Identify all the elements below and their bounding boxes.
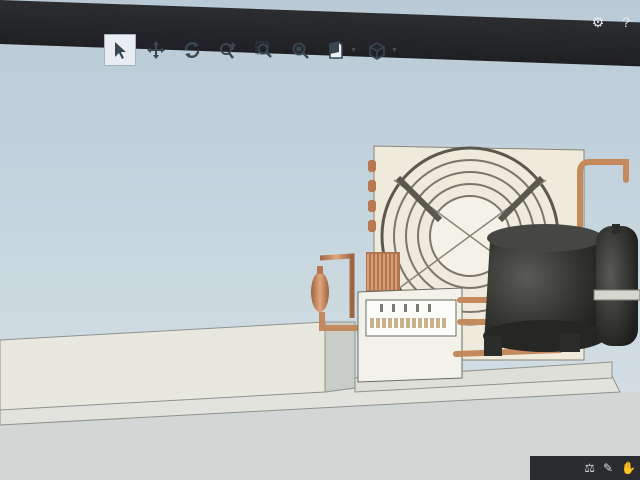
view-toolbar: ▼ ▼: [104, 34, 398, 66]
view-cube-button[interactable]: [361, 34, 393, 66]
model-canvas[interactable]: [0, 0, 640, 480]
help-icon[interactable]: ?: [618, 14, 634, 30]
zoom-area-tool-button[interactable]: [248, 34, 280, 66]
pan-tool-button[interactable]: [140, 34, 172, 66]
zoom-updown-icon: [220, 42, 236, 59]
copper-coil: [366, 252, 400, 292]
3d-viewport[interactable]: ⚙ ? ▼ ▼ ⚖ ✎ ✋: [0, 0, 640, 480]
select-tool-button[interactable]: [104, 34, 136, 66]
balance-button[interactable]: ⚖: [584, 462, 595, 474]
move-arrows-icon: [147, 41, 165, 59]
section-view-dropdown-icon[interactable]: ▼: [350, 47, 357, 54]
section-view-button[interactable]: [320, 34, 352, 66]
bottom-toolbar: ⚖ ✎ ✋: [530, 456, 640, 480]
pencil-icon: ✎: [602, 461, 614, 475]
rotate-tool-button[interactable]: [176, 34, 208, 66]
view-cube-dropdown-icon[interactable]: ▼: [391, 47, 398, 54]
zoom-area-icon: [255, 41, 272, 58]
cube-view-icon: [369, 42, 385, 60]
electrical-box: [357, 287, 463, 383]
gear-icon[interactable]: ⚙: [590, 14, 606, 30]
zoom-fit-icon: [292, 42, 309, 59]
top-right-icons: ⚙ ?: [590, 14, 634, 30]
balance-icon: ⚖: [584, 461, 595, 475]
arrow-pointer-icon: [115, 42, 126, 59]
accumulator: [593, 224, 640, 346]
zoom-tool-button[interactable]: [212, 34, 244, 66]
markup-button[interactable]: ✎: [603, 462, 613, 474]
annotation-button[interactable]: ✋: [621, 462, 636, 474]
zoom-fit-tool-button[interactable]: [284, 34, 316, 66]
rotate-icon: [184, 42, 200, 58]
section-view-icon: [329, 41, 343, 59]
annotation-icon: ✋: [621, 461, 636, 475]
compressor: [483, 224, 607, 356]
